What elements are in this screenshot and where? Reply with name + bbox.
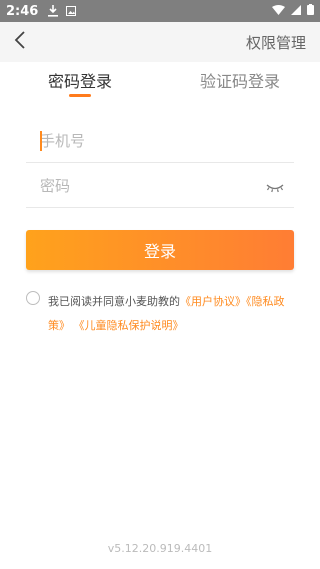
- signal-icon: [291, 4, 301, 19]
- login-tabs: 密码登录 验证码登录: [0, 62, 320, 102]
- status-bar: 2:46: [0, 0, 320, 22]
- eye-closed-icon[interactable]: [266, 178, 284, 197]
- agreement-prefix: 我已阅读并同意小麦助教的: [48, 295, 180, 308]
- status-time: 2:46: [6, 3, 39, 19]
- tab-active-indicator: [69, 94, 91, 97]
- login-button[interactable]: 登录: [26, 230, 294, 270]
- download-icon: [48, 5, 59, 17]
- user-agreement-link[interactable]: 《用户协议》: [180, 295, 246, 308]
- wifi-icon: [272, 4, 285, 19]
- permission-management-link[interactable]: 权限管理: [246, 32, 306, 53]
- child-privacy-link[interactable]: 《儿童隐私保护说明》: [74, 319, 184, 332]
- battery-icon: [307, 3, 314, 19]
- password-input[interactable]: [26, 176, 246, 195]
- app-version: v5.12.20.919.4401: [107, 542, 213, 555]
- text-caret: [40, 131, 42, 151]
- chevron-left-icon: [14, 31, 26, 53]
- tab-password-login[interactable]: 密码登录: [48, 68, 112, 92]
- image-notification-icon: [66, 6, 77, 16]
- agree-checkbox[interactable]: [26, 291, 40, 305]
- phone-field: [26, 119, 294, 163]
- tab-code-login[interactable]: 验证码登录: [200, 68, 280, 92]
- back-button[interactable]: [0, 22, 40, 62]
- password-field: [26, 164, 294, 208]
- nav-bar: 权限管理: [0, 22, 320, 62]
- phone-input[interactable]: [26, 131, 246, 150]
- agreement-text: 我已阅读并同意小麦助教的《用户协议》《隐私政策》 《儿童隐私保护说明》: [48, 290, 298, 338]
